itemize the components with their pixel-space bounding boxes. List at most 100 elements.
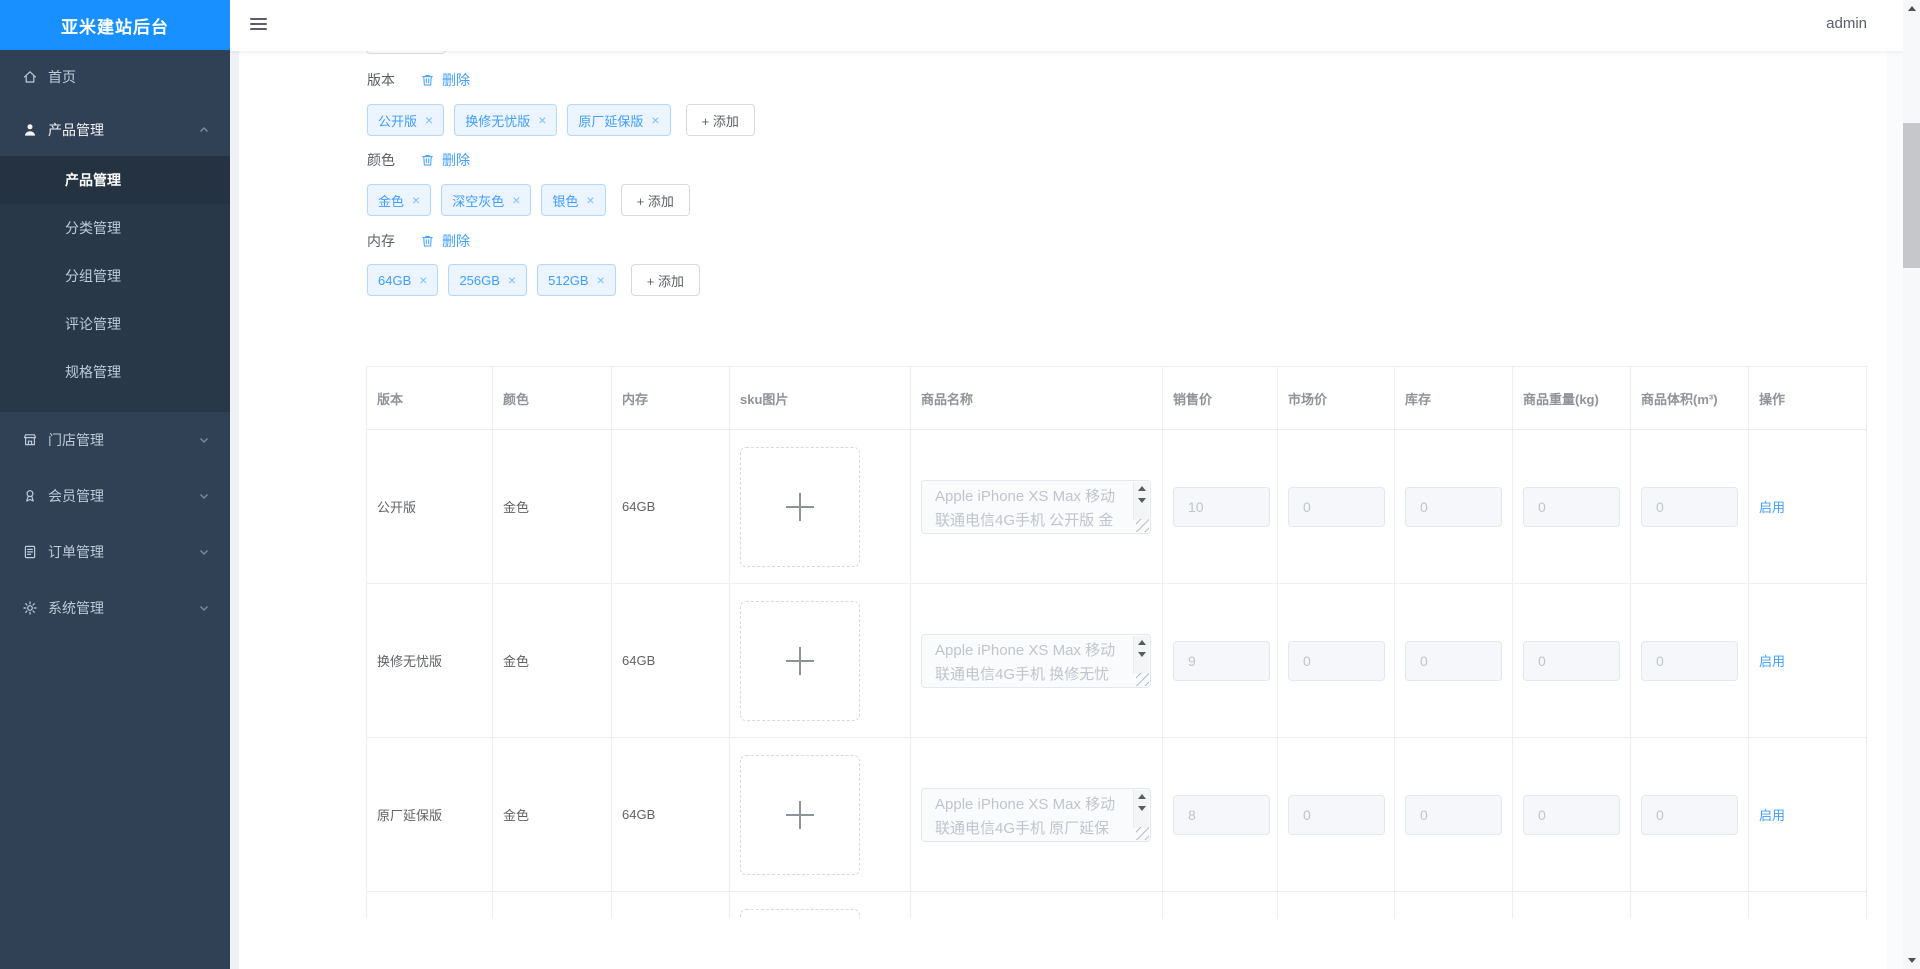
product-name-textarea[interactable]: Apple iPhone XS Max 移动联通电信4G手机 原厂延保	[921, 787, 1151, 842]
scroll-down-icon[interactable]	[1903, 952, 1920, 969]
scroll-up-icon[interactable]	[1137, 485, 1146, 491]
version-cell: 原厂延保版	[366, 737, 493, 892]
scrollbar-thumb[interactable]	[1903, 123, 1920, 268]
spec-tag: 公开版 ×	[367, 104, 445, 136]
page-scrollbar[interactable]	[1903, 0, 1920, 969]
sidebar-subitem-groups[interactable]: 分组管理	[0, 252, 230, 300]
tag-close-icon[interactable]: ×	[597, 273, 605, 287]
trash-icon	[421, 153, 438, 167]
user-menu[interactable]: admin	[1826, 15, 1867, 32]
sidebar-subitem-categories[interactable]: 分类管理	[0, 204, 230, 252]
spec-tag: 换修无忧版 ×	[454, 104, 558, 136]
spec-group-color-tags: 金色 × 深空灰色 × 银色 × + 添加	[367, 184, 690, 216]
scroll-up-icon[interactable]	[1137, 793, 1146, 799]
scroll-up-icon[interactable]	[1903, 0, 1920, 17]
delete-spec-link[interactable]: 删除	[421, 150, 470, 170]
scroll-up-icon[interactable]	[1137, 639, 1146, 645]
spec-group-version-tags: 公开版 × 换修无忧版 × 原厂延保版 × + 添加	[367, 104, 755, 136]
volume-input[interactable]	[1641, 486, 1738, 527]
trash-icon	[421, 73, 438, 87]
sale-price-cell	[1162, 737, 1278, 892]
stock-input[interactable]	[1405, 640, 1502, 681]
sku-upload-box[interactable]	[740, 600, 860, 721]
tag-close-icon[interactable]: ×	[512, 193, 520, 207]
sidebar-item-system[interactable]: 系统管理	[0, 580, 230, 636]
action-cell: 启用	[1748, 737, 1867, 892]
page-bg-strip-right	[1887, 51, 1903, 969]
tag-close-icon[interactable]: ×	[508, 273, 516, 287]
tag-close-icon[interactable]: ×	[651, 113, 659, 127]
add-tag-button[interactable]: + 添加	[620, 184, 690, 216]
stock-input[interactable]	[1405, 794, 1502, 835]
sidebar-item-products[interactable]: 产品管理	[0, 103, 230, 156]
color-cell	[492, 891, 612, 918]
tag-close-icon[interactable]: ×	[412, 193, 420, 207]
resize-grip-icon[interactable]	[1136, 518, 1149, 532]
sidebar-item-members[interactable]: 会员管理	[0, 468, 230, 524]
product-name-textarea[interactable]: Apple iPhone XS Max 移动联通电信4G手机 公开版 金	[921, 479, 1151, 534]
spec-tag-label: 256GB	[459, 272, 500, 288]
sku-image-cell	[729, 737, 911, 892]
sidebar-subitem-products[interactable]: 产品管理	[0, 156, 230, 204]
tag-close-icon[interactable]: ×	[586, 193, 594, 207]
enable-link[interactable]: 启用	[1759, 808, 1785, 823]
scroll-down-icon[interactable]	[1137, 497, 1146, 503]
delete-spec-link[interactable]: 删除	[421, 70, 470, 90]
sku-upload-box[interactable]	[740, 446, 860, 567]
sidebar-item-home[interactable]: 首页	[0, 50, 230, 103]
scroll-down-icon[interactable]	[1137, 651, 1146, 657]
weight-input[interactable]	[1523, 794, 1620, 835]
sale-price-cell	[1162, 891, 1278, 918]
product-name-cell	[910, 891, 1163, 918]
textarea-scrollbar[interactable]	[1133, 635, 1149, 674]
sidebar-menu: 首页 产品管理 产品管理 分类管理 分组管理 评论管理 规格管理 门店管理 会员管理 订单管理 系统…	[0, 50, 230, 636]
plus-icon	[786, 492, 814, 521]
spec-group-memory-tags: 64GB × 256GB × 512GB × + 添加	[367, 264, 700, 296]
app-logo: 亚米建站后台	[0, 0, 230, 50]
column-header: 库存	[1394, 366, 1513, 430]
market-price-cell	[1277, 737, 1395, 892]
delete-spec-link[interactable]: 删除	[421, 231, 470, 251]
sale-price-input[interactable]	[1173, 794, 1270, 835]
resize-grip-icon[interactable]	[1136, 672, 1149, 686]
weight-cell	[1512, 891, 1631, 918]
market-price-input[interactable]	[1288, 486, 1385, 527]
volume-input[interactable]	[1641, 794, 1738, 835]
color-cell: 金色	[492, 583, 612, 738]
sidebar-subitem-comments[interactable]: 评论管理	[0, 300, 230, 348]
sku-upload-box[interactable]	[740, 754, 860, 875]
add-tag-button[interactable]: + 添加	[685, 104, 755, 136]
market-price-input[interactable]	[1288, 640, 1385, 681]
sku-table: 版本 颜色 内存 sku图片 商品名称 销售价 市场价 库存 商品重量(kg) 商品体积(m³) 操…	[366, 366, 1867, 918]
enable-link[interactable]: 启用	[1759, 500, 1785, 515]
enable-link[interactable]: 启用	[1759, 654, 1785, 669]
hamburger-menu-icon[interactable]	[250, 18, 267, 33]
weight-input[interactable]	[1523, 486, 1620, 527]
tag-close-icon[interactable]: ×	[419, 273, 427, 287]
stock-cell	[1394, 891, 1513, 918]
scroll-down-icon[interactable]	[1137, 805, 1146, 811]
tag-close-icon[interactable]: ×	[425, 113, 433, 127]
volume-input[interactable]	[1641, 640, 1738, 681]
add-tag-button[interactable]: + 添加	[630, 264, 700, 296]
textarea-scrollbar[interactable]	[1133, 481, 1149, 520]
weight-input[interactable]	[1523, 640, 1620, 681]
trash-icon	[421, 234, 438, 248]
resize-grip-icon[interactable]	[1136, 826, 1149, 840]
sale-price-input[interactable]	[1173, 486, 1270, 527]
action-cell: 启用	[1748, 429, 1867, 584]
textarea-scrollbar[interactable]	[1133, 789, 1149, 828]
sidebar-item-label: 门店管理	[48, 432, 104, 448]
memory-cell: 64GB	[611, 737, 730, 892]
sale-price-input[interactable]	[1173, 640, 1270, 681]
sidebar-subitem-specs[interactable]: 规格管理	[0, 348, 230, 396]
sidebar-item-orders[interactable]: 订单管理	[0, 524, 230, 580]
memory-cell: 64GB	[611, 429, 730, 584]
market-price-input[interactable]	[1288, 794, 1385, 835]
stock-input[interactable]	[1405, 486, 1502, 527]
delete-spec-label: 删除	[442, 152, 470, 168]
sidebar-item-stores[interactable]: 门店管理	[0, 412, 230, 468]
sku-upload-box[interactable]	[740, 908, 860, 918]
product-name-textarea[interactable]: Apple iPhone XS Max 移动联通电信4G手机 换修无忧	[921, 633, 1151, 688]
tag-close-icon[interactable]: ×	[538, 113, 546, 127]
